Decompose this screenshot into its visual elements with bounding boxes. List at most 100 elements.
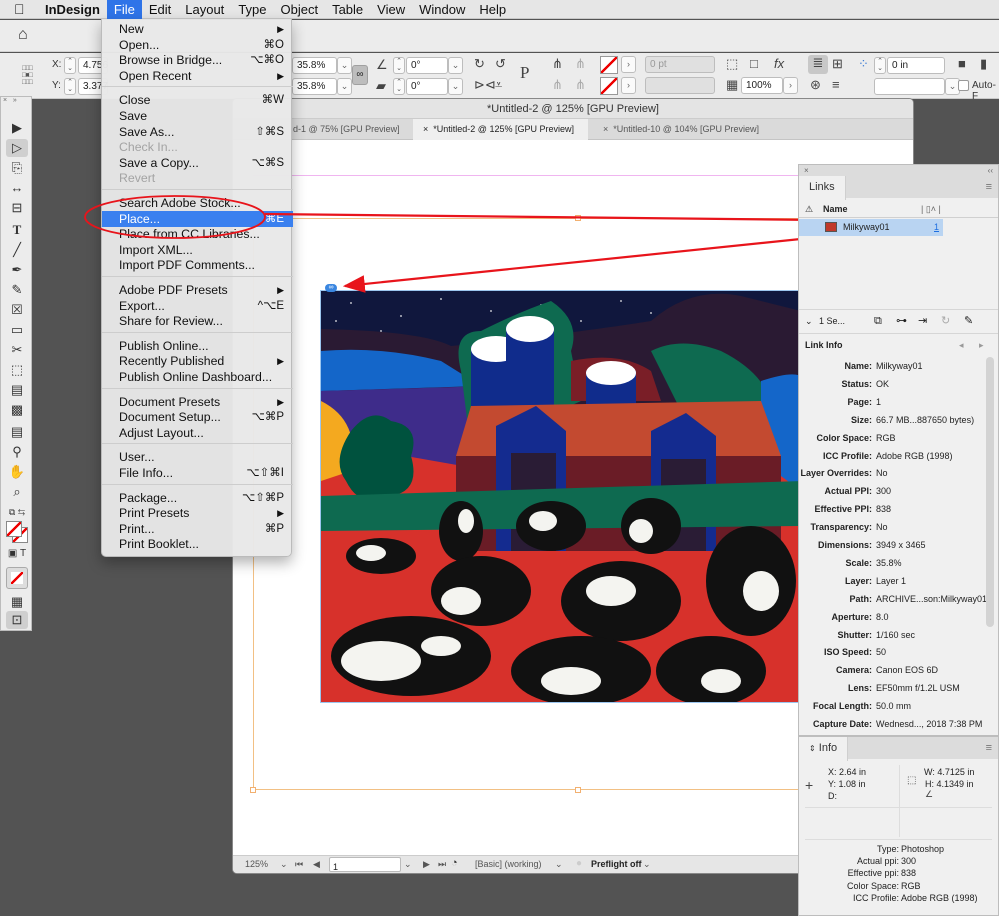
collapse-panel-icon[interactable]: ‹‹ bbox=[988, 165, 993, 176]
pen-tool-icon[interactable]: ✒ bbox=[6, 261, 28, 279]
preflight-status[interactable]: Preflight off bbox=[591, 859, 642, 869]
screen-mode-icon[interactable]: ▦ bbox=[6, 593, 28, 611]
page-column-icon[interactable]: | ▯˄ | bbox=[921, 200, 941, 218]
rotate-clockwise-icon[interactable]: ↻ bbox=[474, 56, 485, 72]
apple-menu-icon[interactable]:  bbox=[14, 1, 32, 17]
page-number-field[interactable]: 1 bbox=[329, 857, 401, 872]
rectangle-frame-tool-icon[interactable]: ☒ bbox=[6, 301, 28, 319]
constrain-proportions-icon[interactable]: ∞ bbox=[352, 65, 368, 85]
menu-edit[interactable]: Edit bbox=[142, 0, 178, 19]
fill-swatch[interactable] bbox=[600, 56, 618, 74]
page-tool-icon[interactable]: ⎘ bbox=[6, 159, 28, 177]
drop-shadow-icon[interactable]: □ bbox=[750, 56, 758, 72]
menu-item-place[interactable]: Place... ⌘E bbox=[102, 210, 293, 227]
frame-handle[interactable] bbox=[575, 215, 581, 221]
flip-horizontal-icon[interactable]: ⊳⊲ bbox=[474, 77, 496, 93]
free-transform-tool-icon[interactable]: ⬚ bbox=[6, 361, 28, 379]
pencil-tool-icon[interactable]: ✎ bbox=[6, 281, 28, 299]
next-link-icon[interactable]: ▸ bbox=[979, 334, 984, 356]
apply-none-icon[interactable] bbox=[6, 567, 28, 589]
auto-fit-checkbox[interactable] bbox=[958, 80, 969, 91]
view-mode-icon[interactable]: ⊡ bbox=[6, 611, 28, 629]
tab-close-icon[interactable]: × bbox=[603, 124, 608, 134]
menu-item-adjust-layout[interactable]: Adjust Layout... bbox=[102, 425, 293, 441]
shear-stepper[interactable]: ⌃ ⌄ bbox=[393, 78, 405, 95]
link-row-milkyway01[interactable]: Milkyway01 1 bbox=[799, 219, 943, 236]
paragraph-direction-icon[interactable]: P bbox=[520, 64, 529, 81]
gap-tool-icon[interactable]: ↔ bbox=[6, 179, 28, 197]
note-tool-icon[interactable]: ▤ bbox=[6, 423, 28, 441]
zoom-dropdown-icon[interactable]: ⌄ bbox=[280, 859, 288, 870]
update-link-icon[interactable]: ↻ bbox=[941, 310, 950, 332]
menu-item-package[interactable]: Package... ⌥⇧⌘P bbox=[102, 490, 293, 506]
menu-item-save-a-copy[interactable]: Save a Copy... ⌥⌘S bbox=[102, 155, 293, 171]
flip-vertical-icon[interactable]: ⩡ bbox=[495, 77, 502, 93]
select-content-icon[interactable]: ⋔ bbox=[552, 77, 563, 93]
line-tool-icon[interactable]: ╱ bbox=[6, 241, 28, 259]
profile-icon[interactable]: ◔ bbox=[451, 857, 458, 869]
zoom-level[interactable]: 125% bbox=[245, 859, 268, 869]
swap-fill-stroke-icon[interactable]: ⧉ ⇆ bbox=[6, 503, 28, 521]
menu-indesign[interactable]: InDesign bbox=[38, 0, 107, 19]
page-dropdown-icon[interactable]: ⌄ bbox=[404, 859, 412, 870]
menu-item-new[interactable]: New ▶ bbox=[102, 21, 293, 37]
menu-item-place-from-cc-libraries[interactable]: Place from CC Libraries... bbox=[102, 226, 293, 242]
zoom-tool-icon[interactable]: ⌕ bbox=[6, 483, 28, 501]
rotate-angle-field[interactable]: 0° bbox=[406, 57, 448, 74]
effects-icon[interactable]: fx bbox=[774, 56, 784, 72]
fit-content-frame-icon[interactable]: ■ bbox=[958, 56, 966, 72]
tab-untitled-1[interactable]: d-1 @ 75% [GPU Preview] bbox=[283, 119, 410, 140]
collapse-selection-icon[interactable]: ⌄ bbox=[805, 310, 813, 332]
menu-layout[interactable]: Layout bbox=[178, 0, 231, 19]
edit-original-icon[interactable]: ✎ bbox=[964, 310, 973, 332]
home-icon[interactable]: ⌂ bbox=[18, 26, 28, 44]
last-page-icon[interactable]: ⏭ bbox=[438, 859, 446, 870]
select-next-icon[interactable]: ⋔ bbox=[575, 77, 586, 93]
link-page-number[interactable]: 1 bbox=[934, 219, 939, 236]
menu-object[interactable]: Object bbox=[274, 0, 326, 19]
text-wrap-bounding-icon[interactable]: ⊞ bbox=[832, 56, 843, 72]
menu-item-publish-online-dashboard[interactable]: Publish Online Dashboard... bbox=[102, 369, 293, 385]
gradient-swatch-tool-icon[interactable]: ▤ bbox=[6, 381, 28, 399]
offset-field[interactable]: 0 in bbox=[887, 57, 945, 74]
text-wrap-none-icon[interactable]: ≣ bbox=[808, 55, 828, 74]
menu-item-adobe-pdf-presets[interactable]: Adobe PDF Presets ▶ bbox=[102, 282, 293, 298]
opacity-field[interactable]: 100% bbox=[741, 77, 783, 94]
shear-angle-field[interactable]: 0° bbox=[406, 78, 448, 95]
previous-link-icon[interactable]: ◂ bbox=[959, 334, 964, 356]
scale-x-field[interactable]: 35.8% bbox=[292, 57, 337, 74]
menu-item-document-setup[interactable]: Document Setup... ⌥⌘P bbox=[102, 409, 293, 425]
tab-links[interactable]: Links bbox=[799, 176, 846, 200]
menu-item-print-presets[interactable]: Print Presets ▶ bbox=[102, 505, 293, 521]
select-container-icon[interactable]: ⋔ bbox=[552, 56, 563, 72]
y-stepper[interactable]: ⌃ ⌄ bbox=[64, 78, 76, 95]
stroke-swatch[interactable] bbox=[600, 77, 618, 95]
next-page-icon[interactable]: ▶ bbox=[423, 859, 430, 870]
content-collector-icon[interactable]: ⊟ bbox=[6, 199, 28, 217]
first-page-icon[interactable]: ⏮ bbox=[295, 859, 303, 870]
select-previous-icon[interactable]: ⋔ bbox=[575, 56, 586, 72]
shear-angle-dropdown[interactable]: ⌄ bbox=[448, 78, 463, 95]
close-panel-icon[interactable]: × bbox=[804, 165, 809, 176]
menu-item-document-presets[interactable]: Document Presets ▶ bbox=[102, 394, 293, 410]
direct-selection-tool-icon[interactable]: ▷ bbox=[6, 139, 28, 157]
menu-item-export[interactable]: Export... ^⌥E bbox=[102, 298, 293, 314]
tab-untitled-2[interactable]: × *Untitled-2 @ 125% [GPU Preview] bbox=[413, 119, 588, 140]
selection-tool-icon[interactable]: ▶ bbox=[6, 119, 28, 137]
menu-item-publish-online[interactable]: Publish Online... bbox=[102, 338, 293, 354]
rectangle-tool-icon[interactable]: ▭ bbox=[6, 321, 28, 339]
menu-item-save[interactable]: Save bbox=[102, 108, 293, 124]
menu-file[interactable]: File bbox=[106, 0, 142, 19]
preflight-profile[interactable]: [Basic] (working) bbox=[475, 859, 542, 869]
menu-item-print[interactable]: Print... ⌘P bbox=[102, 521, 293, 537]
menu-help[interactable]: Help bbox=[472, 0, 513, 19]
tab-info[interactable]: ⇕ Info bbox=[799, 737, 849, 761]
menu-type[interactable]: Type bbox=[231, 0, 273, 19]
tab-untitled-10[interactable]: × *Untitled-10 @ 104% [GPU Preview] bbox=[593, 119, 769, 140]
reference-point-icon[interactable]: □□□ □■□ □□□ bbox=[22, 65, 44, 87]
menu-table[interactable]: Table bbox=[325, 0, 370, 19]
fit-frame-content-icon[interactable]: ▮ bbox=[980, 56, 987, 72]
relink-from-cc-icon[interactable]: ⧉ bbox=[874, 310, 882, 332]
scale-y-dropdown[interactable]: ⌄ bbox=[337, 78, 352, 95]
linked-content-icon[interactable]: ∞ bbox=[325, 284, 337, 292]
